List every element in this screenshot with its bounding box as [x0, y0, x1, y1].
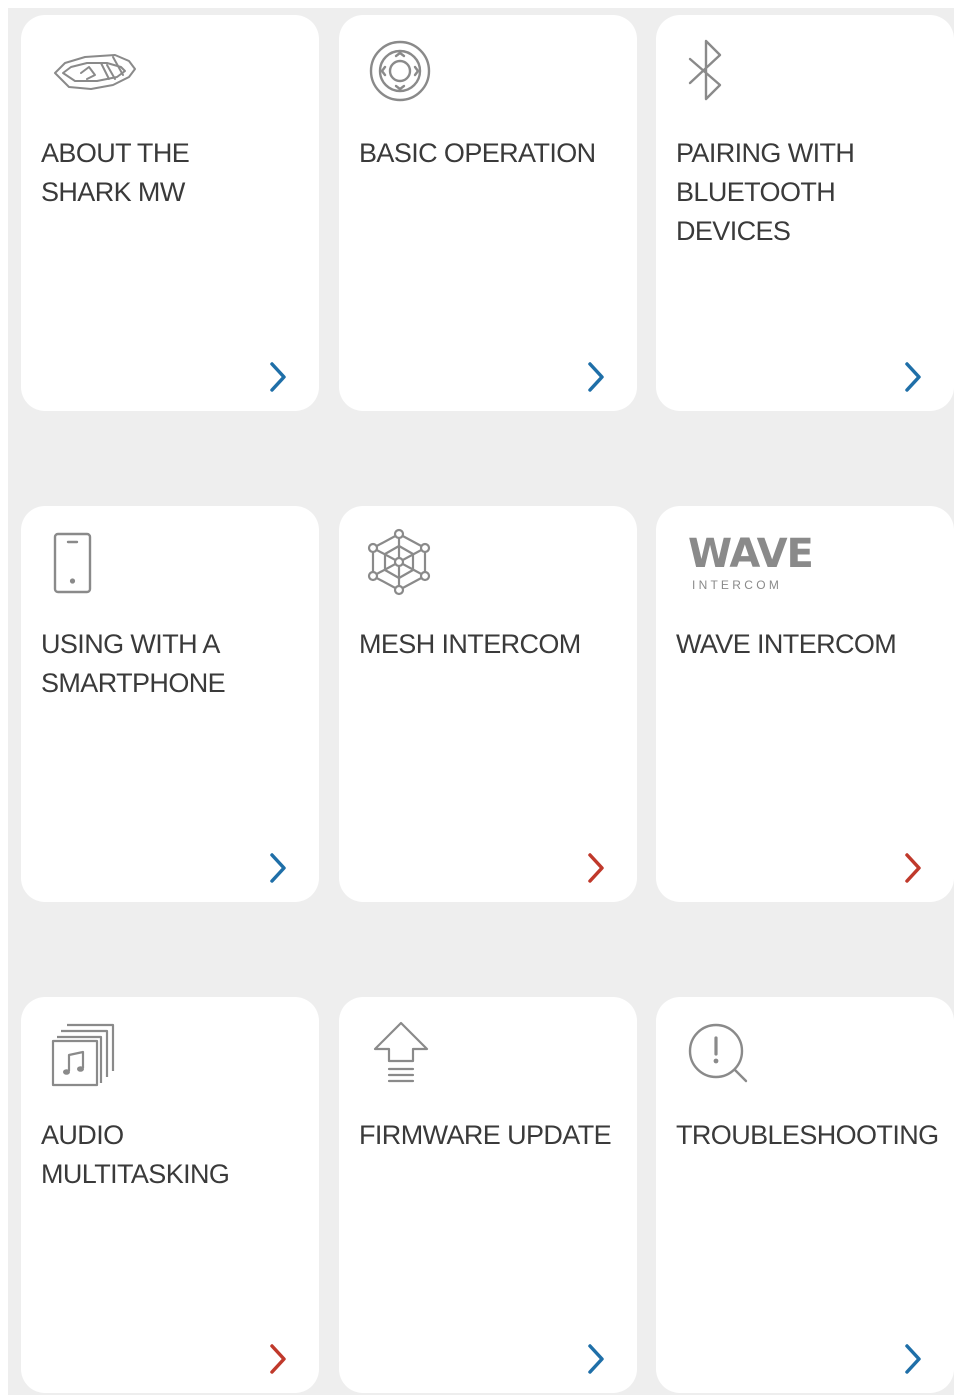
- card-basic-operation[interactable]: BASIC OPERATION: [339, 15, 637, 411]
- mesh-network-icon: [367, 528, 459, 600]
- card-title: FIRMWARE UPDATE: [359, 1120, 612, 1150]
- card-about-the-shark-mw[interactable]: ABOUT THE SHARK MW: [21, 15, 319, 411]
- chevron-right-icon[interactable]: [901, 1342, 927, 1376]
- chevron-right-icon[interactable]: [266, 360, 292, 394]
- helmet-headset-icon: [51, 39, 141, 109]
- card-title: PAIRING WITH BLUETOOTH DEVICES: [676, 138, 855, 246]
- music-stack-icon: [51, 1021, 141, 1091]
- upload-arrow-icon: [369, 1021, 459, 1091]
- search-alert-icon: [686, 1021, 776, 1091]
- smartphone-icon: [51, 530, 141, 600]
- chevron-right-icon[interactable]: [584, 851, 610, 885]
- card-firmware-update[interactable]: FIRMWARE UPDATE: [339, 997, 637, 1393]
- chevron-right-icon[interactable]: [584, 360, 610, 394]
- card-title: USING WITH A SMARTPHONE: [41, 629, 226, 698]
- chevron-right-icon[interactable]: [584, 1342, 610, 1376]
- card-title: AUDIO MULTITASKING: [41, 1120, 230, 1189]
- card-pairing-with-bluetooth-devices[interactable]: PAIRING WITH BLUETOOTH DEVICES: [656, 15, 954, 411]
- chevron-right-icon[interactable]: [266, 1342, 292, 1376]
- chevron-right-icon[interactable]: [266, 851, 292, 885]
- card-title: ABOUT THE SHARK MW: [41, 138, 190, 207]
- wave-logo-sub: I N T E R C O M: [692, 578, 779, 592]
- card-title: BASIC OPERATION: [359, 138, 596, 168]
- wave-intercom-logo: WAVE I N T E R C O M: [688, 531, 848, 606]
- card-title: MESH INTERCOM: [359, 629, 581, 659]
- card-troubleshooting[interactable]: TROUBLESHOOTING: [656, 997, 954, 1393]
- card-title: WAVE INTERCOM: [676, 629, 897, 659]
- bluetooth-icon: [686, 39, 776, 109]
- page: ABOUT THE SHARK MW BASIC OPERATION PAIRI…: [0, 0, 954, 1395]
- card-audio-multitasking[interactable]: AUDIO MULTITASKING: [21, 997, 319, 1393]
- chevron-right-icon[interactable]: [901, 851, 927, 885]
- card-wave-intercom[interactable]: WAVE I N T E R C O M WAVE INTERCOM: [656, 506, 954, 902]
- control-dial-icon: [369, 39, 459, 109]
- card-title: TROUBLESHOOTING: [676, 1120, 939, 1150]
- chevron-right-icon[interactable]: [901, 360, 927, 394]
- wave-logo-word: WAVE: [688, 531, 814, 577]
- card-mesh-intercom[interactable]: MESH INTERCOM: [339, 506, 637, 902]
- card-using-with-a-smartphone[interactable]: USING WITH A SMARTPHONE: [21, 506, 319, 902]
